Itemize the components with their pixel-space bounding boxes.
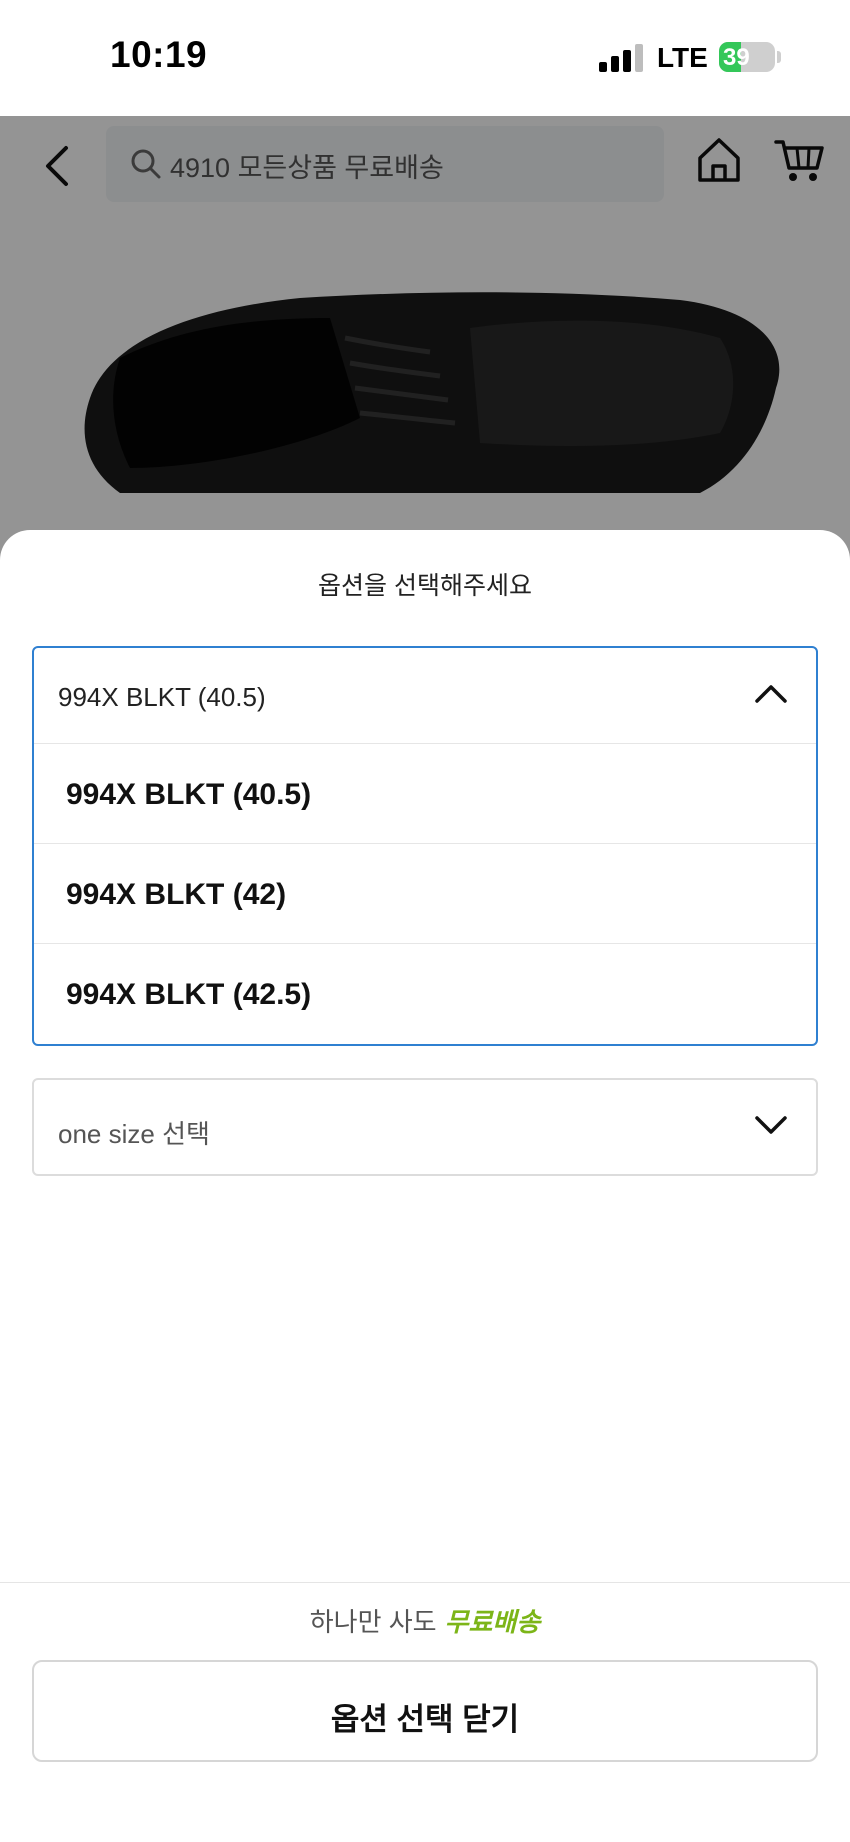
battery-tip [777,51,781,63]
promo-highlight: 무료배송 [444,1607,541,1637]
status-bar: 10:19 LTE 39 [0,0,850,116]
network-type: LTE [657,42,708,73]
option-bottom-sheet: 옵션을 선택해주세요 994X BLKT (40.5) 994X BLKT (4… [0,530,850,1842]
battery-icon: 39 [719,42,775,72]
chevron-down-icon [755,1116,787,1134]
close-options-label: 옵션 선택 닫기 [330,1702,520,1737]
option-item[interactable]: 994X BLKT (40.5) [34,744,816,844]
size-select-placeholder: one size 선택 [58,1119,210,1149]
cellular-signal-icon [599,44,643,72]
option-item[interactable]: 994X BLKT (42.5) [34,944,816,1044]
size-select[interactable]: one size 선택 [32,1078,818,1176]
option-label: 994X BLKT (42) [66,878,287,911]
free-shipping-promo: 하나만 사도 무료배송 [0,1602,850,1639]
status-time: 10:19 [110,34,208,75]
sheet-title: 옵션을 선택해주세요 [318,572,532,600]
close-options-button[interactable]: 옵션 선택 닫기 [32,1660,818,1762]
option-dropdown: 994X BLKT (40.5) 994X BLKT (40.5) 994X B… [32,646,818,1046]
battery-level: 39 [723,44,750,71]
footer-divider [0,1582,850,1583]
promo-text: 하나만 사도 [309,1607,437,1637]
option-item[interactable]: 994X BLKT (42) [34,844,816,944]
option-label: 994X BLKT (42.5) [66,978,312,1011]
chevron-up-icon [755,685,787,703]
selected-option: 994X BLKT (40.5) [58,682,266,712]
option-dropdown-header[interactable]: 994X BLKT (40.5) [34,648,816,744]
option-label: 994X BLKT (40.5) [66,778,312,811]
